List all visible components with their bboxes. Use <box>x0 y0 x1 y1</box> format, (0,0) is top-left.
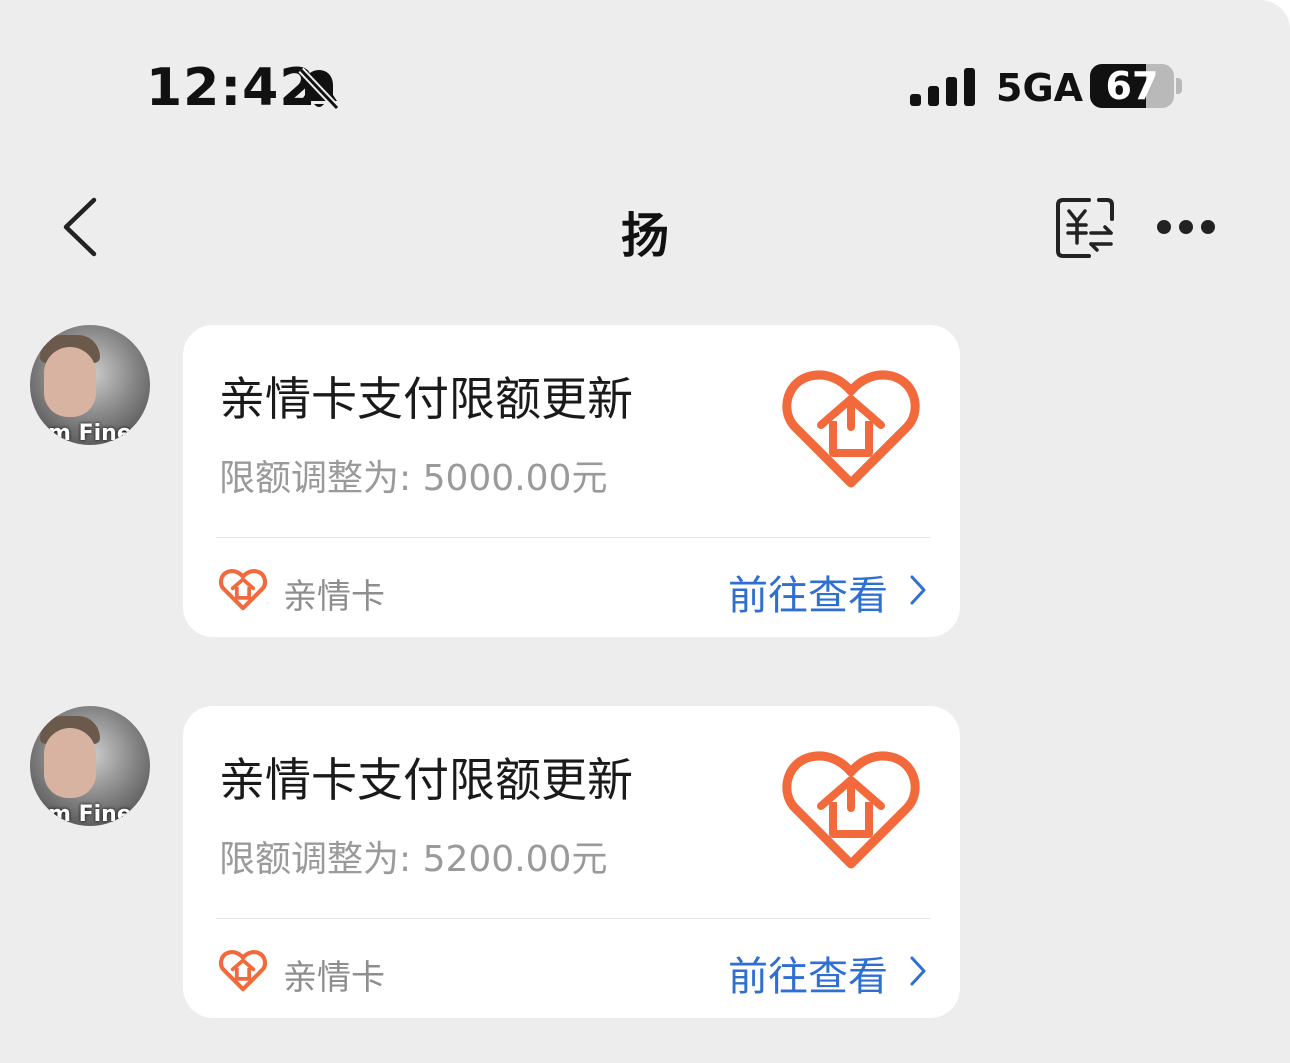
card-title: 亲情卡支付限额更新 <box>219 372 633 426</box>
family-card-small-icon <box>219 950 267 992</box>
card-source-label: 亲情卡 <box>283 958 385 998</box>
battery-icon: 67 <box>1090 64 1174 108</box>
avatar[interactable]: m Fine <box>30 706 150 826</box>
family-card-heart-icon <box>782 370 920 488</box>
family-card-heart-icon <box>782 751 920 869</box>
message-item: m Fine 亲情卡支付限额更新 限额调整为: 5000.00元 亲情卡 前往查… <box>0 325 1290 637</box>
yuan-transfer-icon[interactable] <box>1055 197 1115 259</box>
battery-tip <box>1176 78 1182 94</box>
card-title: 亲情卡支付限额更新 <box>219 753 633 807</box>
more-icon[interactable] <box>1156 214 1216 240</box>
family-card-message[interactable]: 亲情卡支付限额更新 限额调整为: 5000.00元 亲情卡 前往查看 <box>183 325 960 637</box>
chat-screen: 12:42 5GA 67 扬 m Fine 亲情卡支付限额更新 限额调整为: 5… <box>0 0 1290 1063</box>
card-description: 限额调整为: 5000.00元 <box>219 458 608 499</box>
view-details-link[interactable]: 前往查看 <box>728 944 888 1002</box>
network-type: 5GA <box>996 66 1084 110</box>
avatar-face <box>44 728 96 798</box>
page-title: 扬 <box>620 208 669 264</box>
battery-percent: 67 <box>1105 64 1159 108</box>
back-icon[interactable] <box>58 196 102 258</box>
family-card-message[interactable]: 亲情卡支付限额更新 限额调整为: 5200.00元 亲情卡 前往查看 <box>183 706 960 1018</box>
status-time: 12:42 <box>146 58 317 118</box>
card-source-label: 亲情卡 <box>283 577 385 617</box>
bell-muted-icon <box>298 67 340 111</box>
avatar-face <box>44 347 96 417</box>
view-details-link[interactable]: 前往查看 <box>728 563 888 621</box>
avatar[interactable]: m Fine <box>30 325 150 445</box>
chevron-right-icon[interactable] <box>908 573 928 607</box>
card-description: 限额调整为: 5200.00元 <box>219 839 608 880</box>
avatar-caption: m Fine <box>48 421 132 445</box>
card-divider <box>216 918 930 919</box>
signal-icon <box>910 68 975 106</box>
chevron-right-icon[interactable] <box>908 954 928 988</box>
avatar-caption: m Fine <box>48 802 132 826</box>
card-divider <box>216 537 930 538</box>
message-item: m Fine 亲情卡支付限额更新 限额调整为: 5200.00元 亲情卡 前往查… <box>0 706 1290 1018</box>
family-card-small-icon <box>219 569 267 611</box>
